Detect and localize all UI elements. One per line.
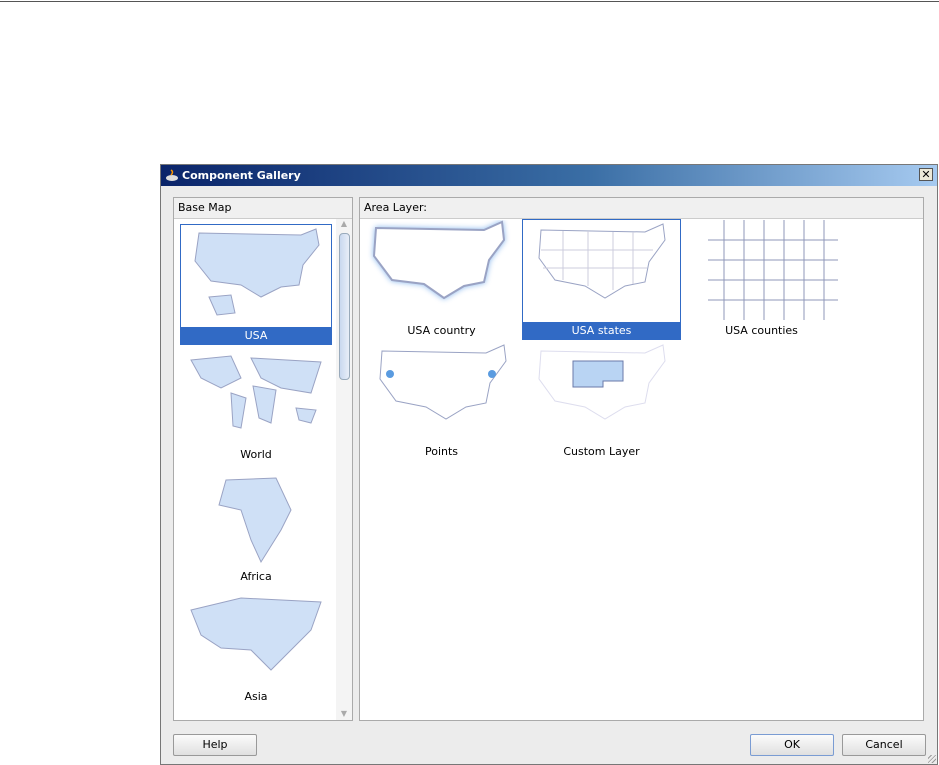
world-map-icon (190, 355, 322, 429)
scrollbar-thumb[interactable] (339, 233, 350, 380)
points-label: Points (424, 445, 459, 458)
base-map-usa-label: USA (181, 327, 331, 344)
scroll-up-arrow-icon[interactable]: ▲ (336, 219, 352, 228)
area-layer-header: Area Layer: (360, 198, 923, 219)
scroll-down-arrow-icon[interactable]: ▼ (336, 709, 352, 718)
cancel-button[interactable]: Cancel (842, 734, 926, 756)
area-layer-panel: Area Layer: USA country USA states USA c… (359, 197, 924, 721)
area-layer-usa-states[interactable]: USA states (522, 219, 681, 340)
points-map-icon (379, 344, 507, 420)
usa-country-label: USA country (407, 324, 476, 337)
close-button[interactable]: ✕ (919, 168, 933, 181)
usa-country-icon (372, 220, 506, 300)
component-gallery-dialog: Component Gallery ✕ Base Map USA World A… (160, 164, 938, 765)
base-map-panel: Base Map USA World Africa Asia ▲ ▼ (173, 197, 353, 721)
usa-counties-icon (708, 220, 838, 320)
base-map-world-label: World (240, 448, 272, 461)
usa-states-icon (538, 223, 666, 299)
resize-grip[interactable] (928, 755, 936, 763)
base-map-world[interactable]: World (181, 348, 331, 464)
dialog-title: Component Gallery (182, 169, 301, 182)
usa-counties-label: USA counties (725, 324, 798, 337)
page-rule (0, 1, 939, 2)
area-layer-usa-country[interactable]: USA country (364, 220, 519, 340)
base-map-asia-label: Asia (244, 690, 268, 703)
usa-states-label: USA states (523, 322, 680, 339)
area-layer-custom-layer[interactable]: Custom Layer (523, 341, 680, 461)
base-map-header: Base Map (174, 198, 352, 219)
title-bar[interactable]: Component Gallery ✕ (161, 165, 937, 186)
base-map-africa[interactable]: Africa (181, 470, 331, 586)
base-map-usa[interactable]: USA (180, 224, 332, 345)
asia-map-icon (190, 597, 322, 671)
base-map-scrollbar[interactable]: ▲ ▼ (336, 219, 352, 720)
area-layer-usa-counties[interactable]: USA counties (684, 220, 839, 340)
africa-map-icon (218, 477, 292, 564)
usa-map-icon (194, 228, 320, 316)
help-button[interactable]: Help (173, 734, 257, 756)
coffee-cup-icon (166, 169, 178, 181)
area-layer-points[interactable]: Points (364, 341, 519, 461)
base-map-asia[interactable]: Asia (181, 590, 331, 706)
custom-layer-icon (538, 344, 666, 420)
base-map-africa-label: Africa (240, 570, 272, 583)
ok-button[interactable]: OK (750, 734, 834, 756)
custom-layer-label: Custom Layer (563, 445, 640, 458)
